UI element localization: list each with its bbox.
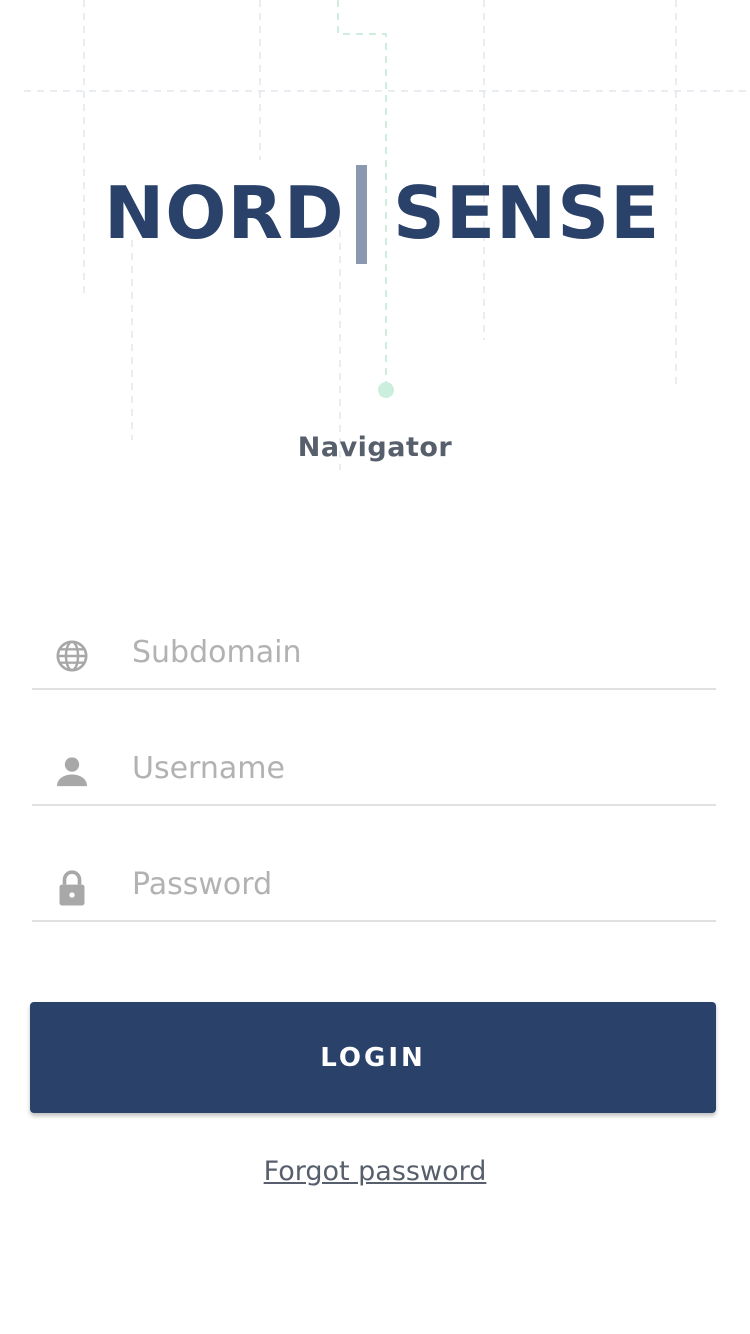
subdomain-input[interactable] (132, 628, 702, 676)
green-dot (378, 382, 394, 398)
person-icon (57, 757, 87, 787)
nordsense-logo: NORD SENSE (0, 150, 750, 280)
subdomain-field (32, 610, 716, 690)
logo-divider (356, 165, 367, 264)
lock-icon (59, 870, 85, 906)
globe-icon (56, 640, 88, 672)
app-subtitle: Navigator (297, 432, 453, 463)
username-input[interactable] (132, 744, 702, 792)
logo-word-sense: SENSE (393, 171, 661, 255)
password-field (32, 842, 716, 922)
password-input[interactable] (132, 860, 702, 908)
username-field (32, 726, 716, 806)
login-screen: NORD SENSE Navigator LOGIN Forgot pass (0, 0, 750, 1334)
forgot-password-row: Forgot password (0, 1156, 750, 1187)
login-button[interactable]: LOGIN (30, 1002, 716, 1113)
forgot-password-link[interactable]: Forgot password (264, 1156, 487, 1187)
logo-word-nord: NORD (104, 171, 345, 255)
